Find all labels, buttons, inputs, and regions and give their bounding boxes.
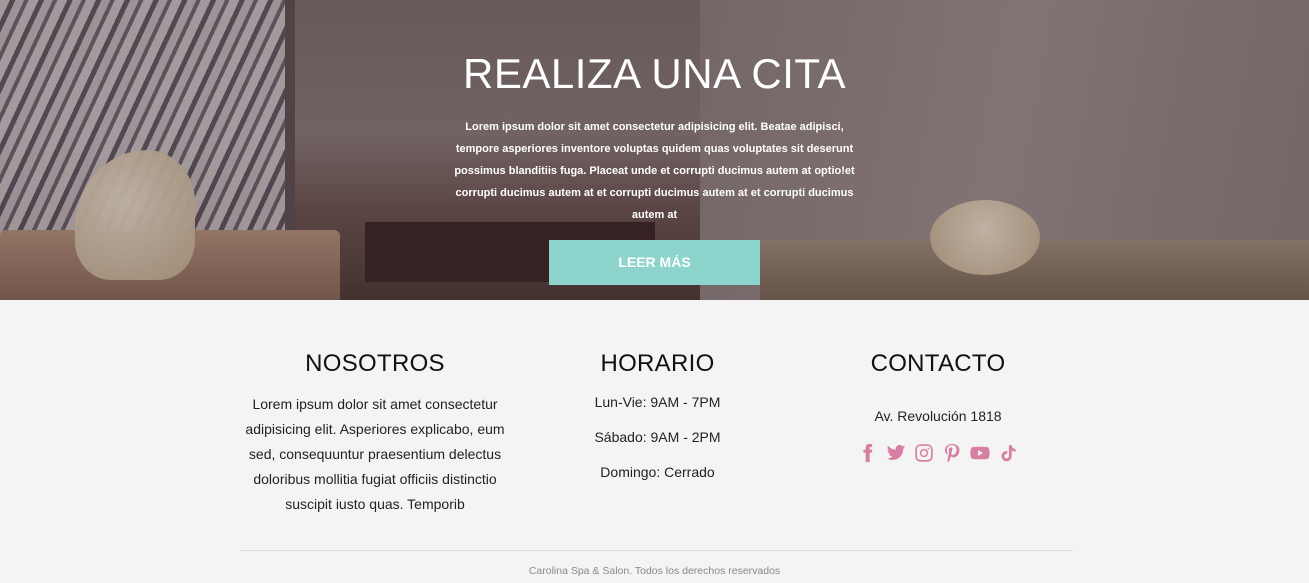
pinterest-icon[interactable]: [942, 442, 963, 463]
about-title: NOSOTROS: [305, 350, 445, 377]
footer-divider: [241, 550, 1073, 551]
hours-item-sunday: Domingo: Cerrado: [600, 464, 715, 480]
facebook-icon[interactable]: [858, 442, 879, 463]
youtube-icon[interactable]: [970, 442, 991, 463]
hero-text: Lorem ipsum dolor sit amet consectetur a…: [454, 121, 855, 221]
instagram-icon[interactable]: [914, 442, 935, 463]
contact-title: CONTACTO: [870, 350, 1006, 377]
hero-section: REALIZA UNA CITA Lorem ipsum dolor sit a…: [0, 0, 1309, 300]
copyright-text: Carolina Spa & Salon. Todos los derechos…: [528, 565, 781, 577]
tiktok-icon[interactable]: [998, 442, 1019, 463]
hero-title: REALIZA UNA CITA: [463, 50, 846, 97]
about-column: NOSOTROS Lorem ipsum dolor sit amet cons…: [245, 350, 505, 517]
hours-column: HORARIO Lun-Vie: 9AM - 7PM Sábado: 9AM -…: [540, 350, 775, 480]
hours-item-saturday: Sábado: 9AM - 2PM: [594, 429, 721, 445]
social-links: [810, 442, 1066, 463]
contact-address: Av. Revolución 1818: [874, 408, 1002, 424]
contact-column: CONTACTO Av. Revolución 1818: [810, 350, 1066, 463]
read-more-button[interactable]: LEER MÁS: [549, 240, 760, 285]
about-text: Lorem ipsum dolor sit amet consectetur a…: [245, 396, 505, 512]
hero-content: REALIZA UNA CITA Lorem ipsum dolor sit a…: [0, 0, 1309, 285]
twitter-icon[interactable]: [886, 442, 907, 463]
hours-item-weekdays: Lun-Vie: 9AM - 7PM: [594, 394, 721, 410]
hours-title: HORARIO: [600, 350, 715, 377]
